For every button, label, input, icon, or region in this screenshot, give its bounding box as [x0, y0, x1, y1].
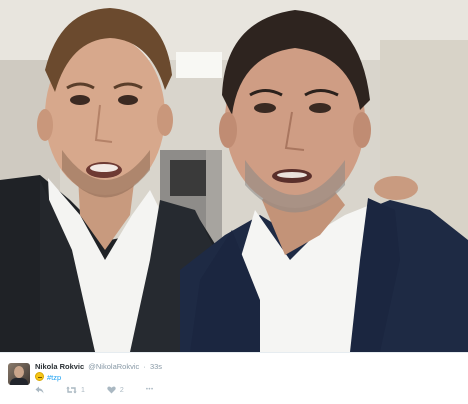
retweet-button[interactable]: 1: [66, 386, 85, 394]
tweet-timestamp[interactable]: 33s: [150, 362, 162, 371]
retweet-count: 1: [81, 386, 85, 394]
user-handle[interactable]: @NikolaRokvic: [88, 362, 139, 371]
tweet-header: Nikola Rokvic @NikolaRokvic · 33s: [35, 362, 162, 372]
avatar-suit: [10, 378, 28, 385]
reply-icon: [35, 386, 44, 394]
like-button[interactable]: 2: [107, 386, 124, 394]
tweet-actions: 1 2 •••: [35, 384, 176, 396]
retweet-icon: [66, 386, 77, 394]
like-count: 2: [119, 386, 124, 394]
separator-dot: ·: [143, 362, 146, 371]
tweet-card: Nikola Rokvic @NikolaRokvic · 33s #tzp 1: [0, 352, 468, 404]
more-icon: •••: [145, 387, 154, 393]
reply-button[interactable]: [35, 386, 44, 394]
selfie-image: [0, 0, 468, 352]
emoji-icon: [35, 372, 44, 381]
tweet-photo[interactable]: [0, 0, 468, 352]
avatar-face: [14, 366, 24, 378]
hashtag-link[interactable]: #tzp: [47, 373, 61, 382]
more-button[interactable]: •••: [146, 387, 154, 393]
display-name[interactable]: Nikola Rokvic: [35, 362, 84, 371]
like-icon: [107, 386, 116, 394]
tweet-text: #tzp: [35, 372, 61, 383]
avatar[interactable]: [8, 363, 30, 385]
